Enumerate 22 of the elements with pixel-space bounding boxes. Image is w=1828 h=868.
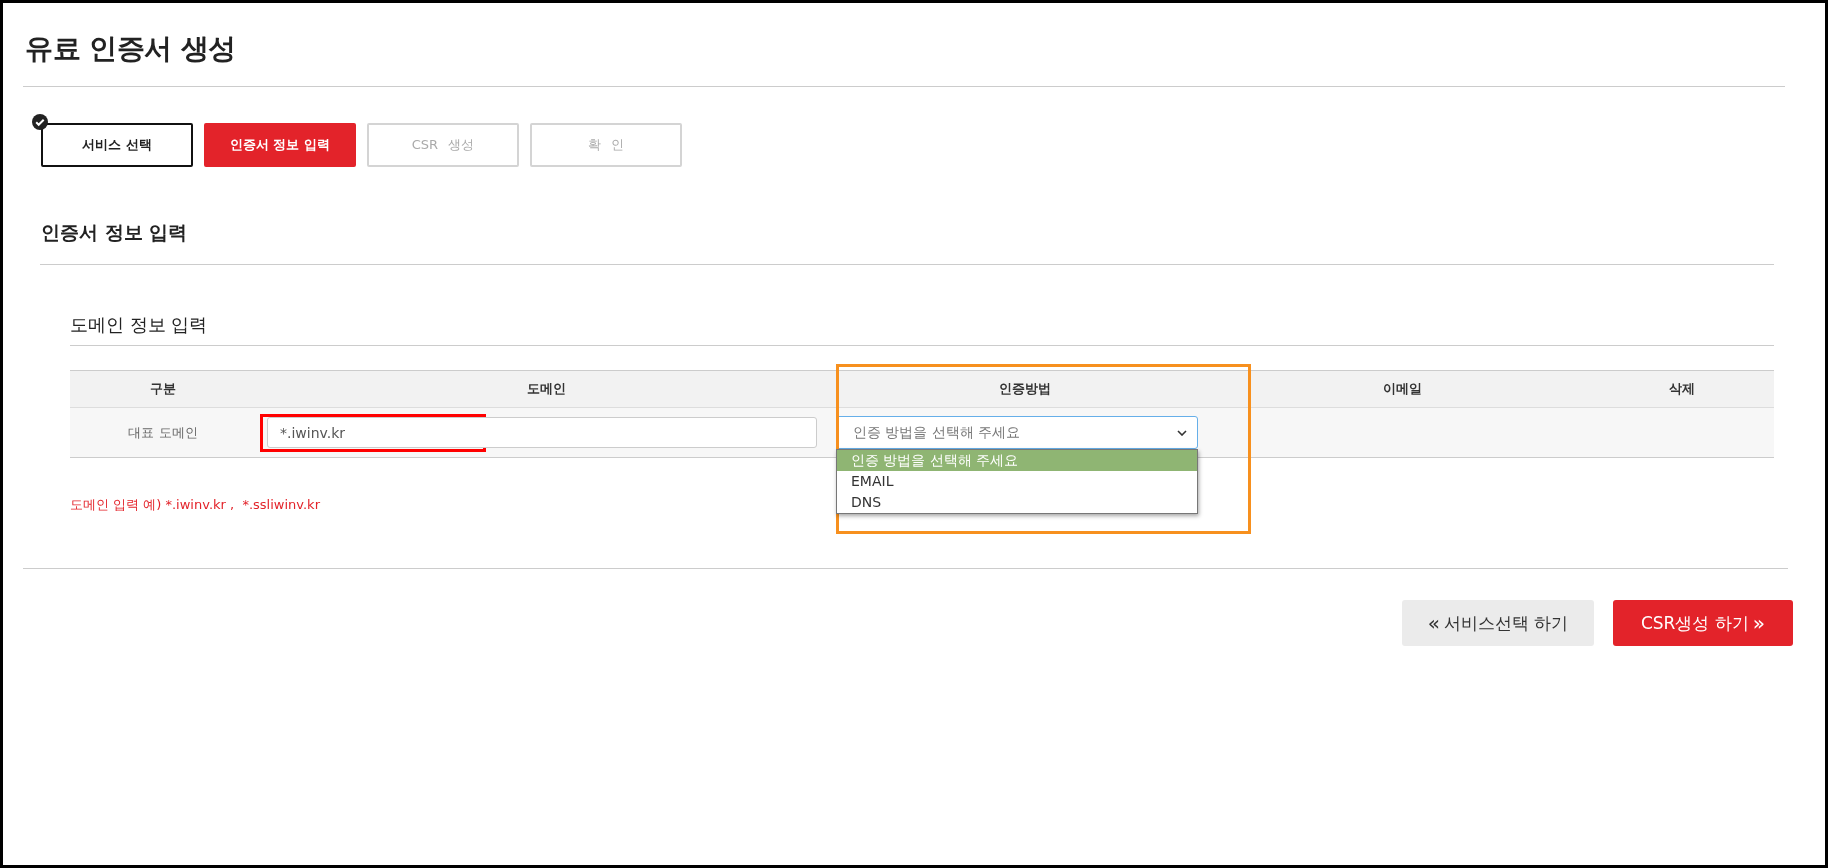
- step-tab[interactable]: 인증서 정보 입력: [204, 123, 356, 167]
- domain-input[interactable]: *.iwinv.kr: [267, 417, 817, 448]
- page-title: 유료 인증서 생성: [25, 31, 237, 67]
- dropdown-option[interactable]: EMAIL: [837, 471, 1197, 492]
- method-select[interactable]: 인증 방법을 선택해 주세요: [836, 416, 1198, 449]
- next-button[interactable]: CSR생성 하기 »: [1613, 600, 1793, 646]
- check-icon: [32, 114, 48, 130]
- section-title: 인증서 정보 입력: [41, 220, 189, 245]
- chevron-down-icon: [1177, 429, 1187, 436]
- hint-text: 도메인 입력 예) *.iwinv.kr , *.ssliwinv.kr: [70, 496, 320, 514]
- subsection-title: 도메인 정보 입력: [70, 313, 209, 337]
- column-header: 인증방법: [998, 380, 1052, 398]
- column-header: 삭제: [1668, 380, 1696, 398]
- column-header: 이메일: [1381, 380, 1423, 398]
- column-header: 구분: [149, 380, 177, 398]
- back-button[interactable]: « 서비스선택 하기: [1402, 600, 1594, 646]
- column-header: 도메인: [525, 380, 567, 398]
- step-tab[interactable]: 서비스 선택: [41, 123, 193, 167]
- dropdown-option[interactable]: DNS: [837, 492, 1197, 513]
- table-cell-text: 대표 도메인: [127, 423, 199, 442]
- step-tab[interactable]: 확 인: [530, 123, 682, 167]
- step-tab[interactable]: CSR 생성: [367, 123, 519, 167]
